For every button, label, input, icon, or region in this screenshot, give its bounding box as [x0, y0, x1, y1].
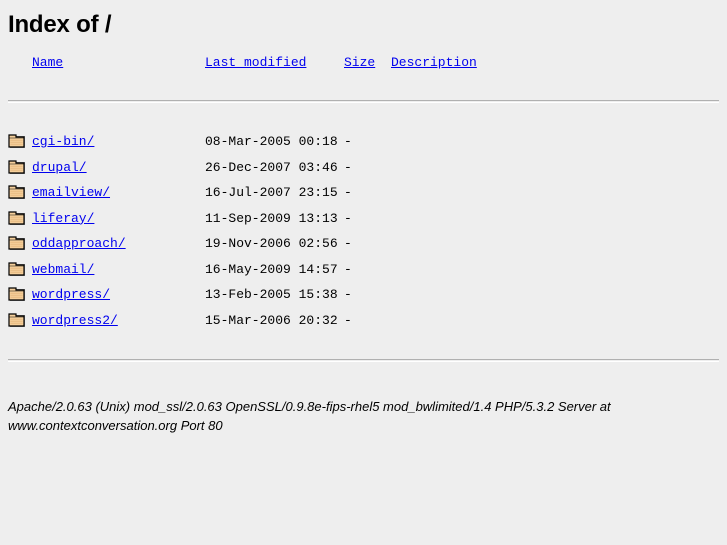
row-size: -	[344, 236, 352, 252]
folder-icon	[8, 262, 28, 277]
directory-link[interactable]: emailview/	[32, 185, 110, 200]
row-size: -	[344, 159, 352, 175]
folder-icon	[8, 134, 28, 149]
table-row: emailview/16-Jul-2007 23:15-	[8, 180, 719, 206]
directory-index-page: Index of / Name Last modified Size Descr…	[0, 0, 727, 435]
column-header-name[interactable]: Name	[32, 55, 63, 70]
header-icon-cell	[8, 52, 32, 74]
folder-icon	[8, 287, 28, 302]
row-description	[391, 231, 719, 257]
row-icon-cell	[8, 257, 32, 283]
row-last-modified: 16-Jul-2007 23:15	[205, 185, 338, 201]
table-header-row: Name Last modified Size Description	[8, 52, 719, 74]
directory-link[interactable]: oddapproach/	[32, 236, 126, 251]
row-icon-cell	[8, 180, 32, 206]
folder-icon	[8, 185, 28, 200]
row-size: -	[344, 287, 352, 303]
table-row: oddapproach/19-Nov-2006 02:56-	[8, 231, 719, 257]
header-separator-row	[8, 74, 719, 129]
footer-separator-row	[8, 333, 719, 388]
row-size: -	[344, 185, 352, 201]
row-last-modified: 11-Sep-2009 13:13	[205, 210, 338, 226]
table-row: wordpress/13-Feb-2005 15:38-	[8, 282, 719, 308]
directory-link[interactable]: drupal/	[32, 160, 87, 175]
row-last-modified: 26-Dec-2007 03:46	[205, 159, 338, 175]
folder-icon	[8, 211, 28, 226]
row-last-modified: 13-Feb-2005 15:38	[205, 287, 338, 303]
directory-rows-body: cgi-bin/08-Mar-2005 00:18- drupal/26-Dec-…	[8, 129, 719, 333]
row-last-modified: 08-Mar-2005 00:18	[205, 134, 338, 150]
row-name-cell: liferay/	[32, 206, 205, 232]
row-icon-cell	[8, 308, 32, 334]
row-description	[391, 282, 719, 308]
row-description	[391, 308, 719, 334]
row-description	[391, 206, 719, 232]
directory-link[interactable]: liferay/	[32, 211, 94, 226]
row-size: -	[344, 134, 352, 150]
table-row: drupal/26-Dec-2007 03:46-	[8, 155, 719, 181]
folder-icon	[8, 160, 28, 175]
directory-link[interactable]: wordpress2/	[32, 313, 118, 328]
folder-icon	[8, 313, 28, 328]
directory-link[interactable]: webmail/	[32, 262, 94, 277]
row-name-cell: webmail/	[32, 257, 205, 283]
header-size-cell: Size	[344, 52, 391, 74]
row-name-cell: emailview/	[32, 180, 205, 206]
folder-icon	[8, 236, 28, 251]
column-header-description[interactable]: Description	[391, 55, 477, 70]
row-icon-cell	[8, 155, 32, 181]
table-row: liferay/11-Sep-2009 13:13-	[8, 206, 719, 232]
footer-separator-cell	[8, 333, 719, 388]
row-name-cell: wordpress/	[32, 282, 205, 308]
row-size: -	[344, 261, 352, 277]
server-signature: Apache/2.0.63 (Unix) mod_ssl/2.0.63 Open…	[8, 399, 611, 433]
header-name-cell: Name	[32, 52, 205, 74]
row-size: -	[344, 312, 352, 328]
row-name-cell: cgi-bin/	[32, 129, 205, 155]
horizontal-rule-top	[8, 100, 719, 103]
table-row: webmail/16-May-2009 14:57-	[8, 257, 719, 283]
row-icon-cell	[8, 206, 32, 232]
row-name-cell: wordpress2/	[32, 308, 205, 334]
header-description-cell: Description	[391, 52, 719, 74]
row-icon-cell	[8, 129, 32, 155]
column-header-last-modified[interactable]: Last modified	[205, 55, 306, 70]
horizontal-rule-bottom	[8, 359, 719, 362]
column-header-size[interactable]: Size	[344, 55, 375, 70]
table-row: wordpress2/15-Mar-2006 20:32-	[8, 308, 719, 334]
row-size: -	[344, 210, 352, 226]
row-description	[391, 257, 719, 283]
header-date-cell: Last modified	[205, 52, 344, 74]
row-description	[391, 180, 719, 206]
row-description	[391, 155, 719, 181]
table-row: cgi-bin/08-Mar-2005 00:18-	[8, 129, 719, 155]
row-icon-cell	[8, 282, 32, 308]
row-last-modified: 16-May-2009 14:57	[205, 261, 338, 277]
row-name-cell: drupal/	[32, 155, 205, 181]
header-separator-cell	[8, 74, 719, 129]
directory-listing-table: Name Last modified Size Description cgi-…	[8, 52, 719, 388]
directory-link[interactable]: cgi-bin/	[32, 134, 94, 149]
row-last-modified: 19-Nov-2006 02:56	[205, 236, 338, 252]
row-icon-cell	[8, 231, 32, 257]
row-last-modified: 15-Mar-2006 20:32	[205, 312, 338, 328]
directory-link[interactable]: wordpress/	[32, 287, 110, 302]
row-name-cell: oddapproach/	[32, 231, 205, 257]
row-description	[391, 129, 719, 155]
page-title: Index of /	[8, 11, 112, 38]
